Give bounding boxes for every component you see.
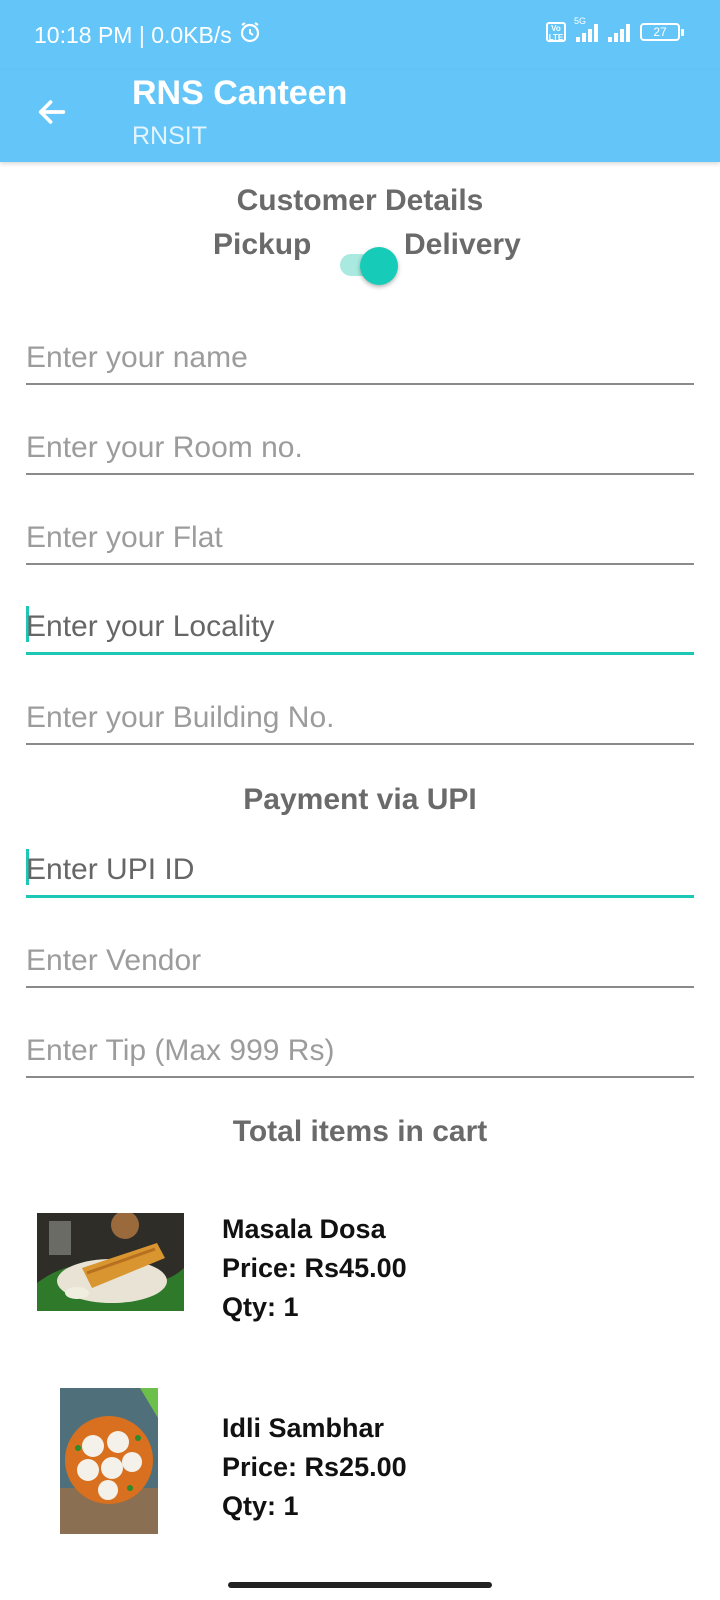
vendor-input[interactable] bbox=[26, 944, 694, 986]
idli-sambhar-image bbox=[60, 1388, 158, 1534]
alarm-icon bbox=[238, 20, 262, 50]
item-name: Idli Sambhar bbox=[222, 1413, 385, 1443]
name-field[interactable] bbox=[26, 329, 694, 385]
tip-input[interactable] bbox=[26, 1034, 694, 1076]
item-qty: Qty: 1 bbox=[222, 1292, 299, 1322]
customer-details-heading: Customer Details bbox=[236, 184, 484, 217]
cart-item-text: Masala Dosa Price: Rs45.00 Qty: 1 bbox=[222, 1210, 407, 1327]
building-input[interactable] bbox=[26, 701, 694, 743]
item-qty: Qty: 1 bbox=[222, 1491, 299, 1521]
arrow-left-icon bbox=[38, 100, 66, 124]
room-input[interactable] bbox=[26, 431, 694, 473]
status-time-speed: 10:18 PM | 0.0KB/s bbox=[34, 21, 232, 48]
masala-dosa-image bbox=[37, 1213, 184, 1311]
switch-thumb[interactable] bbox=[360, 247, 398, 285]
signal-icon bbox=[608, 22, 630, 42]
locality-input[interactable] bbox=[26, 610, 694, 652]
upi-input[interactable] bbox=[26, 853, 694, 895]
building-field[interactable] bbox=[26, 689, 694, 745]
tip-field[interactable] bbox=[26, 1022, 694, 1078]
battery-icon: 27 bbox=[640, 23, 684, 41]
status-right: Vo LTE 5G 27 bbox=[546, 16, 684, 42]
item-name: Masala Dosa bbox=[222, 1214, 386, 1244]
item-price: Price: Rs25.00 bbox=[222, 1452, 407, 1482]
locality-field[interactable] bbox=[26, 599, 694, 655]
item-price: Price: Rs45.00 bbox=[222, 1253, 407, 1283]
name-input[interactable] bbox=[26, 341, 694, 383]
flat-field[interactable] bbox=[26, 509, 694, 565]
back-button[interactable] bbox=[30, 90, 74, 134]
app-bar: RNS Canteen RNSIT bbox=[0, 70, 720, 162]
home-indicator[interactable] bbox=[228, 1582, 492, 1588]
network-type: 5G bbox=[574, 16, 587, 26]
flat-input[interactable] bbox=[26, 521, 694, 563]
vendor-field[interactable] bbox=[26, 932, 694, 988]
cart-heading: Total items in cart bbox=[232, 1115, 488, 1148]
status-bar: 10:18 PM | 0.0KB/s Vo LTE 5G 27 bbox=[0, 0, 720, 70]
cart-item-text: Idli Sambhar Price: Rs25.00 Qty: 1 bbox=[222, 1409, 407, 1526]
delivery-label: Delivery bbox=[404, 228, 521, 261]
payment-heading: Payment via UPI bbox=[243, 783, 477, 816]
pickup-label: Pickup bbox=[213, 228, 312, 261]
pickup-delivery-toggle-row: Pickup Delivery bbox=[0, 228, 720, 285]
room-field[interactable] bbox=[26, 419, 694, 475]
volte-icon: Vo LTE bbox=[546, 22, 566, 42]
signal-5g-icon: 5G bbox=[574, 16, 598, 42]
status-left: 10:18 PM | 0.0KB/s bbox=[34, 20, 262, 50]
battery-level: 27 bbox=[653, 25, 667, 39]
upi-field[interactable] bbox=[26, 842, 694, 898]
page-subtitle: RNSIT bbox=[132, 122, 207, 150]
page-title: RNS Canteen bbox=[132, 74, 348, 112]
